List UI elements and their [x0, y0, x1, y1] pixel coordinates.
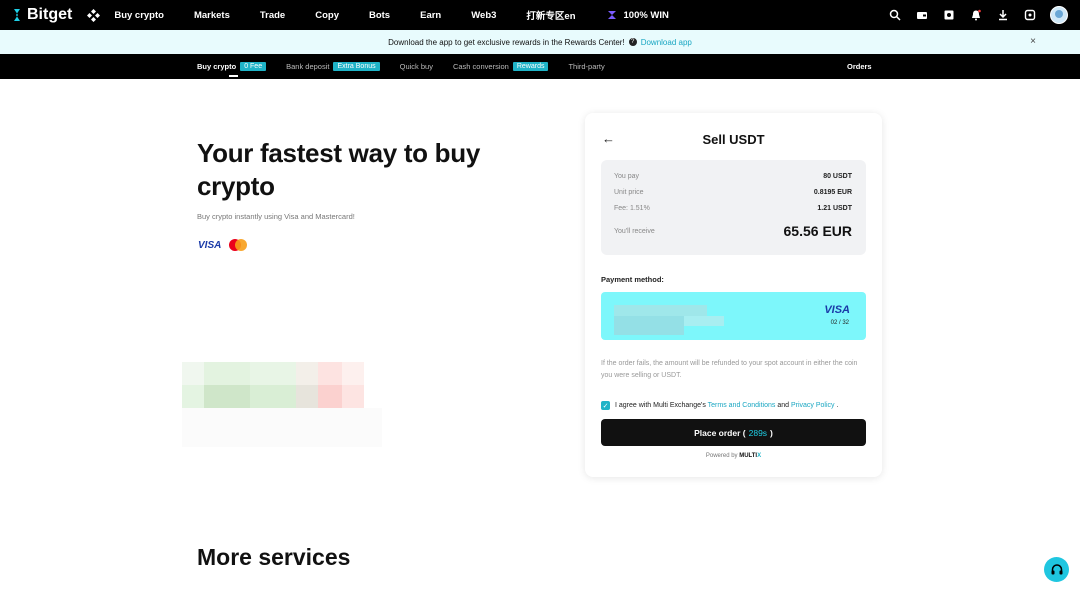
hero-title: Your fastest way to buy crypto [197, 138, 481, 201]
nav-trade[interactable]: Trade [260, 10, 285, 21]
subnav-cash-conversion[interactable]: Cash conversion Rewards [453, 54, 549, 79]
receive-label: You'll receive [614, 227, 655, 235]
top-navbar: Bitget Buy crypto Markets Trade Copy Bot… [0, 0, 1080, 30]
you-pay-value: 80 USDT [823, 173, 852, 180]
info-icon[interactable]: ? [628, 38, 637, 46]
nav-markets[interactable]: Markets [194, 10, 230, 21]
win-icon [607, 11, 616, 19]
apps-grid-icon[interactable] [86, 8, 100, 22]
assets-icon[interactable] [942, 9, 955, 22]
order-timer: 289s [748, 427, 768, 438]
place-order-button[interactable]: Place order ( 289s ) [601, 419, 866, 446]
extra-bonus-badge: Extra Bonus [333, 62, 380, 71]
agree-text: I agree with Multi Exchange's Terms and … [615, 402, 838, 409]
payment-logos: VISA [198, 239, 248, 251]
rewards-badge: Rewards [512, 62, 549, 71]
payment-card[interactable]: VISA 02 / 32 [601, 292, 866, 340]
nav-right-icons [888, 0, 1068, 30]
fee-value: 1.21 USDT [817, 205, 852, 212]
subnav-label: Third-party [568, 62, 605, 71]
nav-web3[interactable]: Web3 [471, 10, 496, 21]
subnav-bank-deposit[interactable]: Bank deposit Extra Bonus [286, 54, 380, 79]
user-avatar[interactable] [1050, 6, 1068, 24]
nav-bots[interactable]: Bots [369, 10, 390, 21]
subnav-quick-buy[interactable]: Quick buy [400, 54, 433, 79]
unit-price-value: 0.8195 EUR [813, 189, 852, 196]
agreement-row: ✓ I agree with Multi Exchange's Terms an… [601, 401, 838, 410]
privacy-link[interactable]: Privacy Policy [791, 402, 835, 409]
bell-icon[interactable] [969, 9, 982, 22]
close-icon[interactable]: × [1030, 36, 1036, 47]
you-pay-label: You pay [614, 173, 640, 180]
download-app-link[interactable]: Download app [641, 38, 692, 47]
receive-value: 65.56 EUR [783, 223, 852, 239]
you-pay-row: You pay 80 USDT [614, 173, 852, 180]
orders-link[interactable]: Orders [847, 54, 872, 79]
zero-fee-badge: 0 Fee [240, 62, 267, 71]
subnav-label: Buy crypto [197, 62, 237, 71]
agree-checkbox[interactable]: ✓ [601, 401, 610, 410]
unit-price-label: Unit price [614, 189, 644, 196]
blurred-image [182, 362, 382, 447]
logo-text: Bitget [27, 6, 73, 23]
agree-prefix: I agree with Multi Exchange's [615, 402, 706, 409]
banner-text: Download the app to get exclusive reward… [388, 37, 625, 47]
card-expiry: 02 / 32 [830, 320, 849, 326]
support-headset-icon[interactable] [1044, 557, 1069, 582]
fee-label: Fee: 1.51% [614, 205, 650, 212]
settings-icon[interactable] [1023, 9, 1036, 22]
bitget-logo[interactable]: Bitget [10, 6, 72, 24]
nav-earn[interactable]: Earn [420, 10, 441, 21]
nav-copy[interactable]: Copy [315, 10, 339, 21]
subnav-label: Quick buy [399, 62, 433, 71]
rewards-banner: Download the app to get exclusive reward… [0, 30, 1080, 54]
nav-100-win[interactable]: 100% WIN [606, 9, 669, 21]
search-icon[interactable] [888, 9, 901, 22]
terms-link[interactable]: Terms and Conditions [708, 402, 776, 409]
refund-note: If the order fails, the amount will be r… [601, 360, 858, 379]
card-visa-logo: VISA [824, 304, 850, 316]
payment-method-label: Payment method: [601, 275, 664, 284]
visa-logo: VISA [198, 239, 222, 251]
subnav-label: Bank deposit [286, 62, 330, 71]
order-summary: You pay 80 USDT Unit price 0.8195 EUR Fe… [601, 160, 866, 255]
sub-navbar: Buy crypto 0 Fee Bank deposit Extra Bonu… [0, 54, 1080, 79]
nav-buy-crypto[interactable]: Buy crypto [114, 10, 164, 21]
place-order-suffix: ) [770, 427, 773, 438]
agree-and: and [777, 402, 789, 409]
powered-by: Powered by MULTIX [585, 453, 882, 459]
unit-price-row: Unit price 0.8195 EUR [614, 189, 852, 196]
multi-x-mark: X [757, 453, 762, 459]
fee-row: Fee: 1.51% 1.21 USDT [614, 205, 852, 212]
panel-title: Sell USDT [702, 132, 765, 147]
more-services-heading: More services [197, 544, 351, 570]
sell-panel: ← Sell USDT You pay 80 USDT Unit price 0… [585, 113, 882, 477]
nav-launch-zone[interactable]: 打新专区en [526, 8, 575, 22]
powered-by-text: Powered by [705, 453, 738, 459]
place-order-label: Place order ( [694, 427, 746, 438]
hero-subtitle: Buy crypto instantly using Visa and Mast… [197, 212, 355, 221]
receive-row: You'll receive 65.56 EUR [614, 223, 852, 239]
subnav-buy-crypto[interactable]: Buy crypto 0 Fee [197, 54, 267, 79]
multi-brand: MULTI [739, 453, 758, 459]
subnav-third-party[interactable]: Third-party [568, 54, 604, 79]
win-label: 100% WIN [623, 9, 669, 21]
bitget-logo-icon [14, 9, 20, 21]
agree-suffix: . [836, 402, 839, 409]
subnav-label: Cash conversion [452, 62, 509, 71]
wallet-icon[interactable] [915, 9, 928, 22]
download-icon[interactable] [996, 9, 1009, 22]
mastercard-logo [229, 239, 248, 251]
